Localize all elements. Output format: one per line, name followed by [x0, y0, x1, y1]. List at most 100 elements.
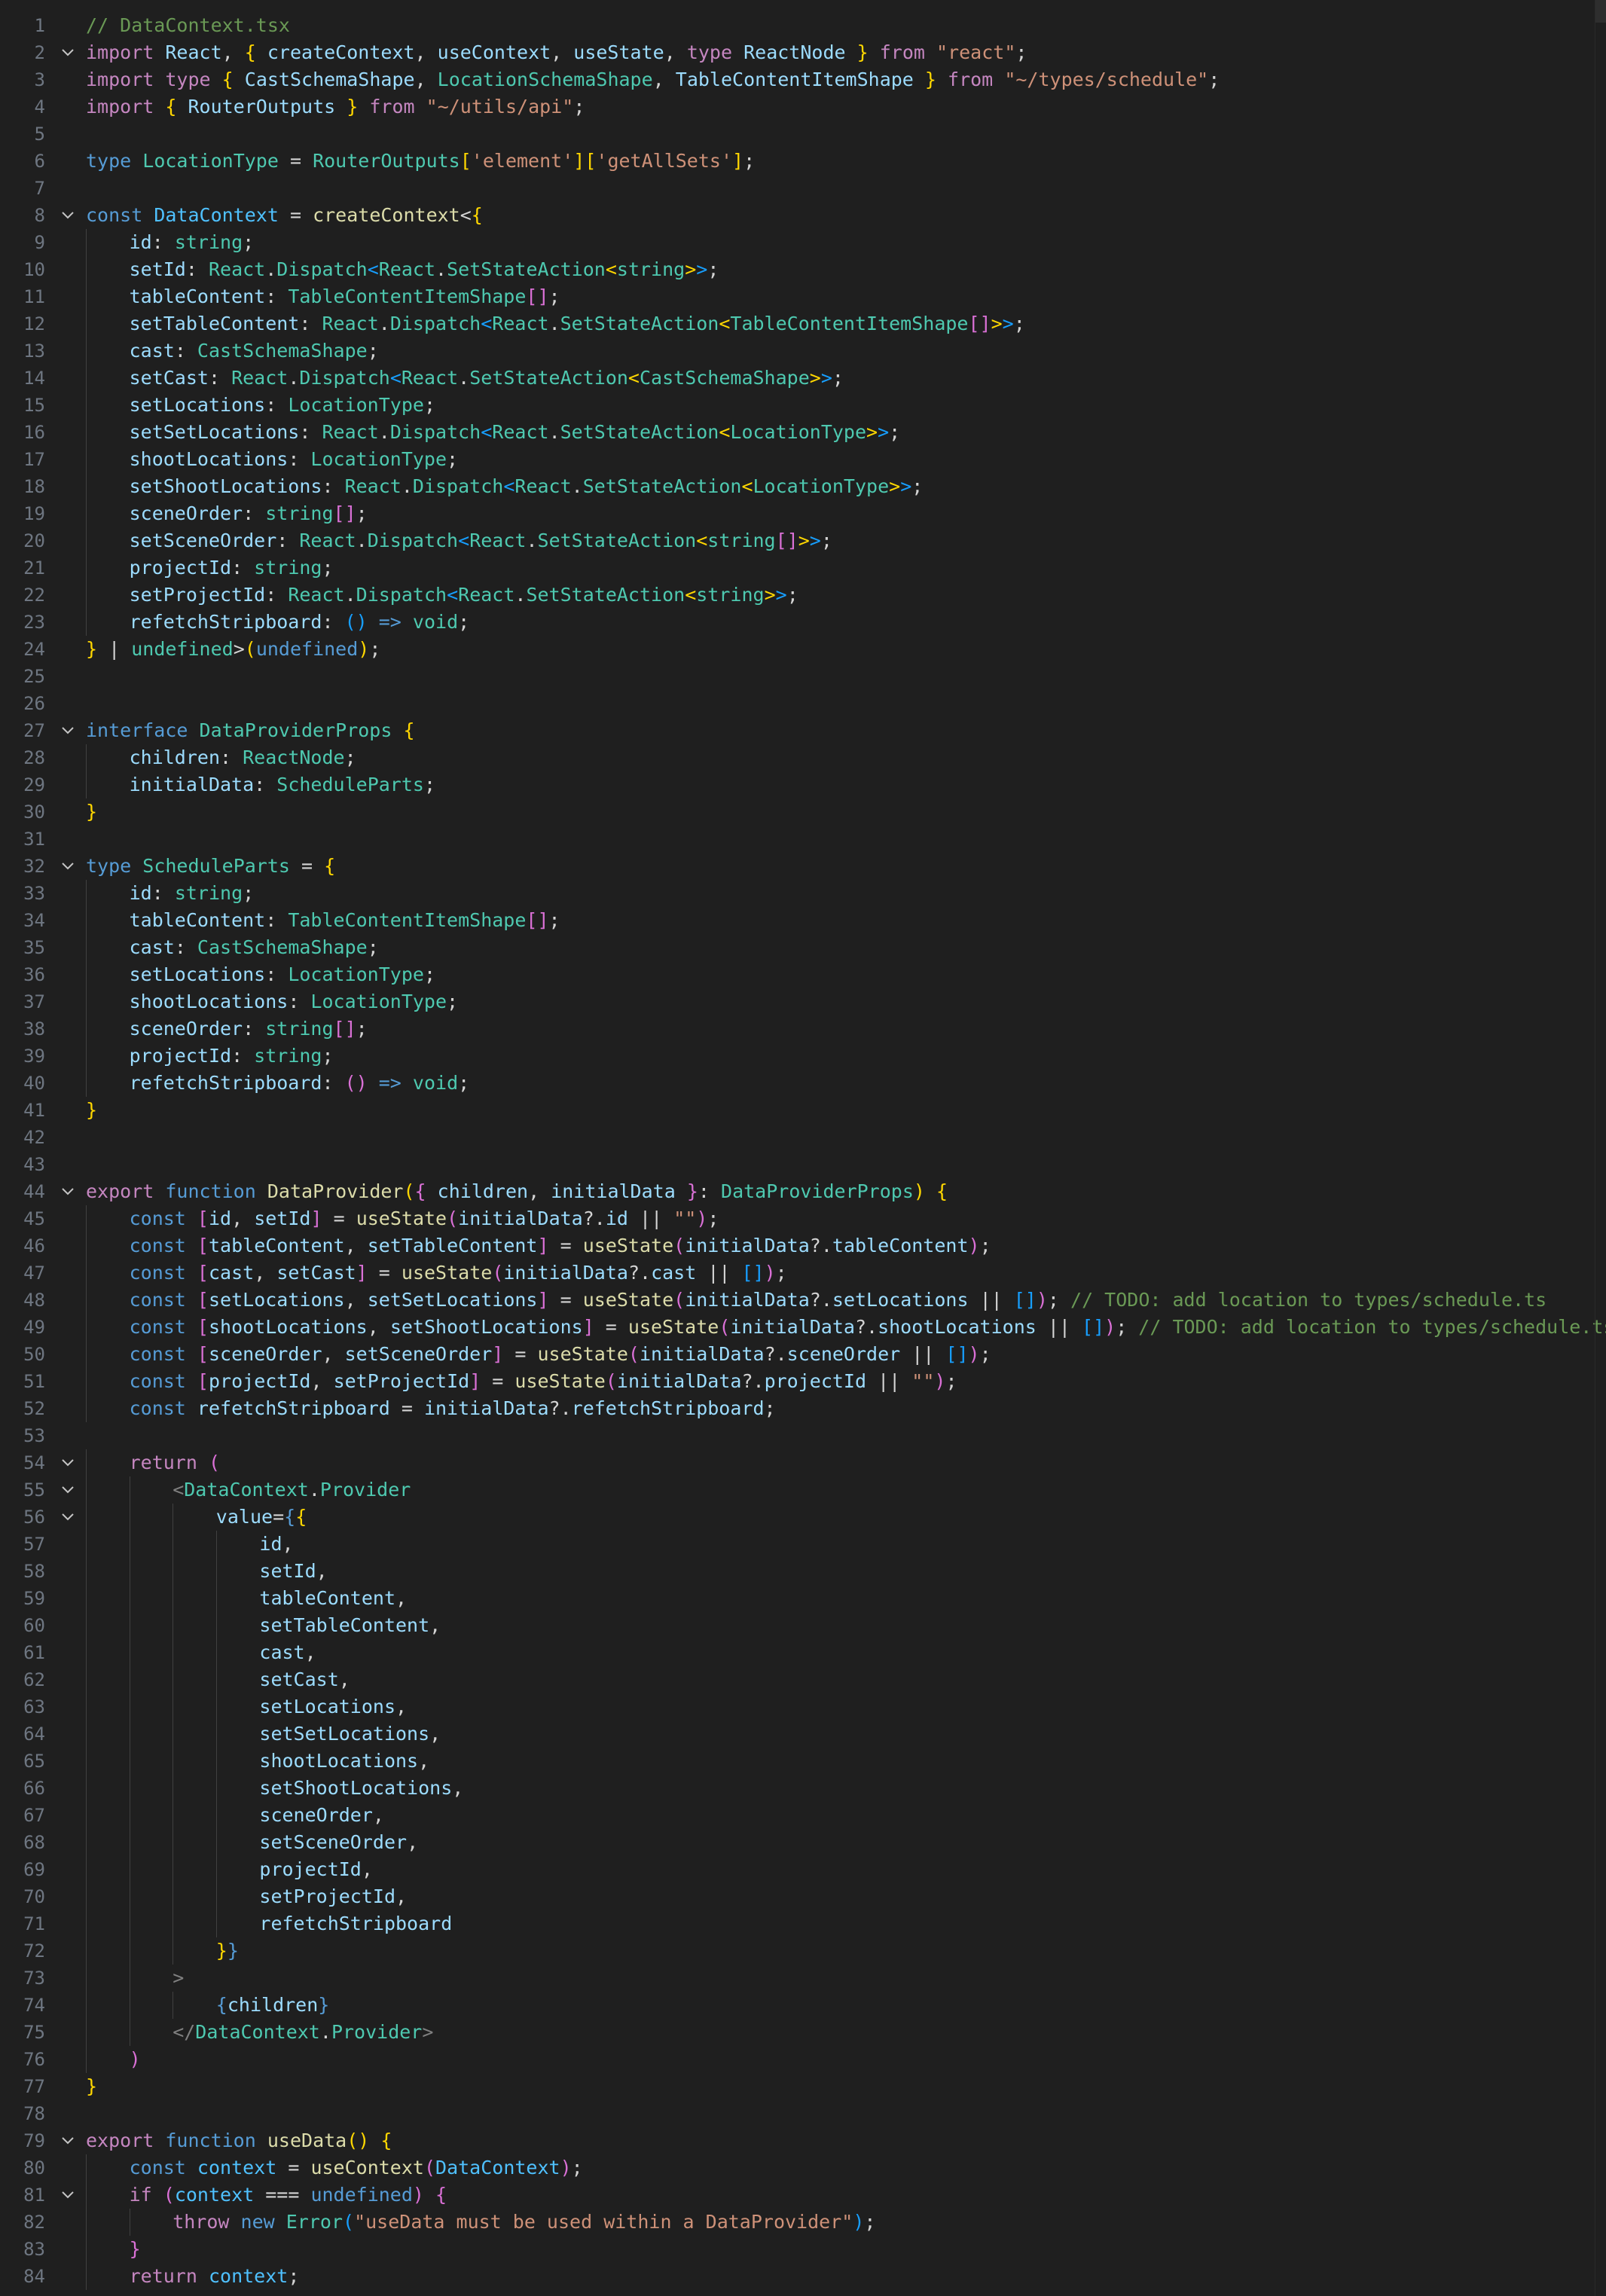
code-line[interactable]: type ScheduleParts = {: [86, 853, 1592, 880]
code-line[interactable]: // DataContext.tsx: [86, 12, 1592, 39]
code-line[interactable]: >: [86, 1965, 1592, 1992]
code-line[interactable]: [86, 663, 1592, 690]
code-line[interactable]: if (context === undefined) {: [86, 2182, 1592, 2209]
code-line[interactable]: projectId: string;: [86, 554, 1592, 582]
code-line[interactable]: sceneOrder,: [86, 1802, 1592, 1829]
code-line[interactable]: setLocations: LocationType;: [86, 961, 1592, 988]
gutter-row: 37: [0, 988, 81, 1015]
code-line[interactable]: type LocationType = RouterOutputs['eleme…: [86, 148, 1592, 175]
code-editor[interactable]: 1 2 3 4 5 6 7 8 9 10 11 12 13 14 15 16 17 18 19 20 21 22 23 24 2…: [0, 0, 1606, 2296]
fold-chevron-icon[interactable]: [59, 1504, 77, 1531]
code-line[interactable]: cast,: [86, 1639, 1592, 1666]
code-line[interactable]: value={{: [86, 1504, 1592, 1531]
code-line[interactable]: const DataContext = createContext<{: [86, 202, 1592, 229]
code-line[interactable]: tableContent,: [86, 1585, 1592, 1612]
code-line[interactable]: setSceneOrder: React.Dispatch<React.SetS…: [86, 527, 1592, 554]
code-line[interactable]: const [projectId, setProjectId] = useSta…: [86, 1368, 1592, 1395]
code-line[interactable]: export function useData() {: [86, 2127, 1592, 2154]
code-line[interactable]: }: [86, 798, 1592, 826]
code-line[interactable]: setLocations,: [86, 1693, 1592, 1720]
code-line[interactable]: refetchStripboard: () => void;: [86, 1070, 1592, 1097]
code-line[interactable]: const refetchStripboard = initialData?.r…: [86, 1395, 1592, 1422]
scrollbar-thumb[interactable]: [1595, 0, 1606, 23]
code-line[interactable]: projectId: string;: [86, 1043, 1592, 1070]
code-line[interactable]: }: [86, 2073, 1592, 2100]
code-line[interactable]: setTableContent,: [86, 1612, 1592, 1639]
code-line[interactable]: import type { CastSchemaShape, LocationS…: [86, 66, 1592, 93]
code-line[interactable]: }: [86, 1097, 1592, 1124]
code-line[interactable]: [86, 1124, 1592, 1151]
code-line[interactable]: const [id, setId] = useState(initialData…: [86, 1205, 1592, 1232]
code-line[interactable]: children: ReactNode;: [86, 744, 1592, 771]
code-line[interactable]: setSetLocations,: [86, 1720, 1592, 1748]
code-line[interactable]: export function DataProvider({ children,…: [86, 1178, 1592, 1205]
code-line[interactable]: sceneOrder: string[];: [86, 500, 1592, 527]
fold-chevron-icon[interactable]: [59, 717, 77, 744]
code-line[interactable]: setShootLocations,: [86, 1775, 1592, 1802]
code-line[interactable]: id: string;: [86, 229, 1592, 256]
code-line[interactable]: throw new Error("useData must be used wi…: [86, 2209, 1592, 2236]
code-line[interactable]: ): [86, 2046, 1592, 2073]
code-line[interactable]: sceneOrder: string[];: [86, 1015, 1592, 1043]
code-line[interactable]: [86, 690, 1592, 717]
code-area[interactable]: // DataContext.tsx import React, { create…: [86, 12, 1606, 2290]
code-line[interactable]: return (: [86, 1449, 1592, 1476]
code-line[interactable]: }: [86, 2236, 1592, 2263]
code-line[interactable]: cast: CastSchemaShape;: [86, 934, 1592, 961]
fold-chevron-icon[interactable]: [59, 1178, 77, 1205]
code-line[interactable]: initialData: ScheduleParts;: [86, 771, 1592, 798]
code-line[interactable]: projectId,: [86, 1856, 1592, 1883]
code-line[interactable]: setCast: React.Dispatch<React.SetStateAc…: [86, 365, 1592, 392]
fold-chevron-icon[interactable]: [59, 1449, 77, 1476]
code-line[interactable]: [86, 1151, 1592, 1178]
vertical-scrollbar[interactable]: [1595, 0, 1606, 2296]
code-line[interactable]: cast: CastSchemaShape;: [86, 337, 1592, 365]
code-line[interactable]: const context = useContext(DataContext);: [86, 2154, 1592, 2182]
code-line[interactable]: } | undefined>(undefined);: [86, 636, 1592, 663]
fold-chevron-icon[interactable]: [59, 39, 77, 66]
code-line[interactable]: const [cast, setCast] = useState(initial…: [86, 1259, 1592, 1287]
code-line[interactable]: [86, 2100, 1592, 2127]
code-line[interactable]: setId,: [86, 1558, 1592, 1585]
code-line[interactable]: setProjectId: React.Dispatch<React.SetSt…: [86, 582, 1592, 609]
code-line[interactable]: refetchStripboard: [86, 1910, 1592, 1937]
code-line[interactable]: const [shootLocations, setShootLocations…: [86, 1314, 1606, 1341]
code-line[interactable]: shootLocations: LocationType;: [86, 988, 1592, 1015]
code-line[interactable]: import { RouterOutputs } from "~/utils/a…: [86, 93, 1592, 121]
code-line[interactable]: shootLocations,: [86, 1748, 1592, 1775]
code-line[interactable]: refetchStripboard: () => void;: [86, 609, 1592, 636]
code-line[interactable]: setLocations: LocationType;: [86, 392, 1592, 419]
code-line[interactable]: const [tableContent, setTableContent] = …: [86, 1232, 1592, 1259]
fold-chevron-icon[interactable]: [59, 2127, 77, 2154]
code-line[interactable]: tableContent: TableContentItemShape[];: [86, 907, 1592, 934]
fold-chevron-icon[interactable]: [59, 202, 77, 229]
code-line[interactable]: [86, 826, 1592, 853]
code-line[interactable]: tableContent: TableContentItemShape[];: [86, 283, 1592, 310]
code-line[interactable]: import React, { createContext, useContex…: [86, 39, 1592, 66]
fold-chevron-icon[interactable]: [59, 853, 77, 880]
code-line[interactable]: {children}: [86, 1992, 1592, 2019]
code-line[interactable]: return context;: [86, 2263, 1592, 2290]
fold-chevron-icon[interactable]: [59, 1476, 77, 1504]
code-line[interactable]: shootLocations: LocationType;: [86, 446, 1592, 473]
fold-chevron-icon[interactable]: [59, 2182, 77, 2209]
code-line[interactable]: setId: React.Dispatch<React.SetStateActi…: [86, 256, 1592, 283]
code-line[interactable]: interface DataProviderProps {: [86, 717, 1592, 744]
code-line[interactable]: setProjectId,: [86, 1883, 1592, 1910]
code-line[interactable]: [86, 1422, 1592, 1449]
code-line[interactable]: setCast,: [86, 1666, 1592, 1693]
code-line[interactable]: setTableContent: React.Dispatch<React.Se…: [86, 310, 1592, 337]
code-line[interactable]: const [sceneOrder, setSceneOrder] = useS…: [86, 1341, 1592, 1368]
code-line[interactable]: [86, 121, 1592, 148]
code-line[interactable]: }}: [86, 1937, 1592, 1965]
code-line[interactable]: id: string;: [86, 880, 1592, 907]
code-line[interactable]: <DataContext.Provider: [86, 1476, 1592, 1504]
code-line[interactable]: const [setLocations, setSetLocations] = …: [86, 1287, 1592, 1314]
code-line[interactable]: [86, 175, 1592, 202]
code-line[interactable]: id,: [86, 1531, 1592, 1558]
code-line[interactable]: setShootLocations: React.Dispatch<React.…: [86, 473, 1592, 500]
code-line[interactable]: setSceneOrder,: [86, 1829, 1592, 1856]
code-line[interactable]: setSetLocations: React.Dispatch<React.Se…: [86, 419, 1592, 446]
code-line[interactable]: </DataContext.Provider>: [86, 2019, 1592, 2046]
